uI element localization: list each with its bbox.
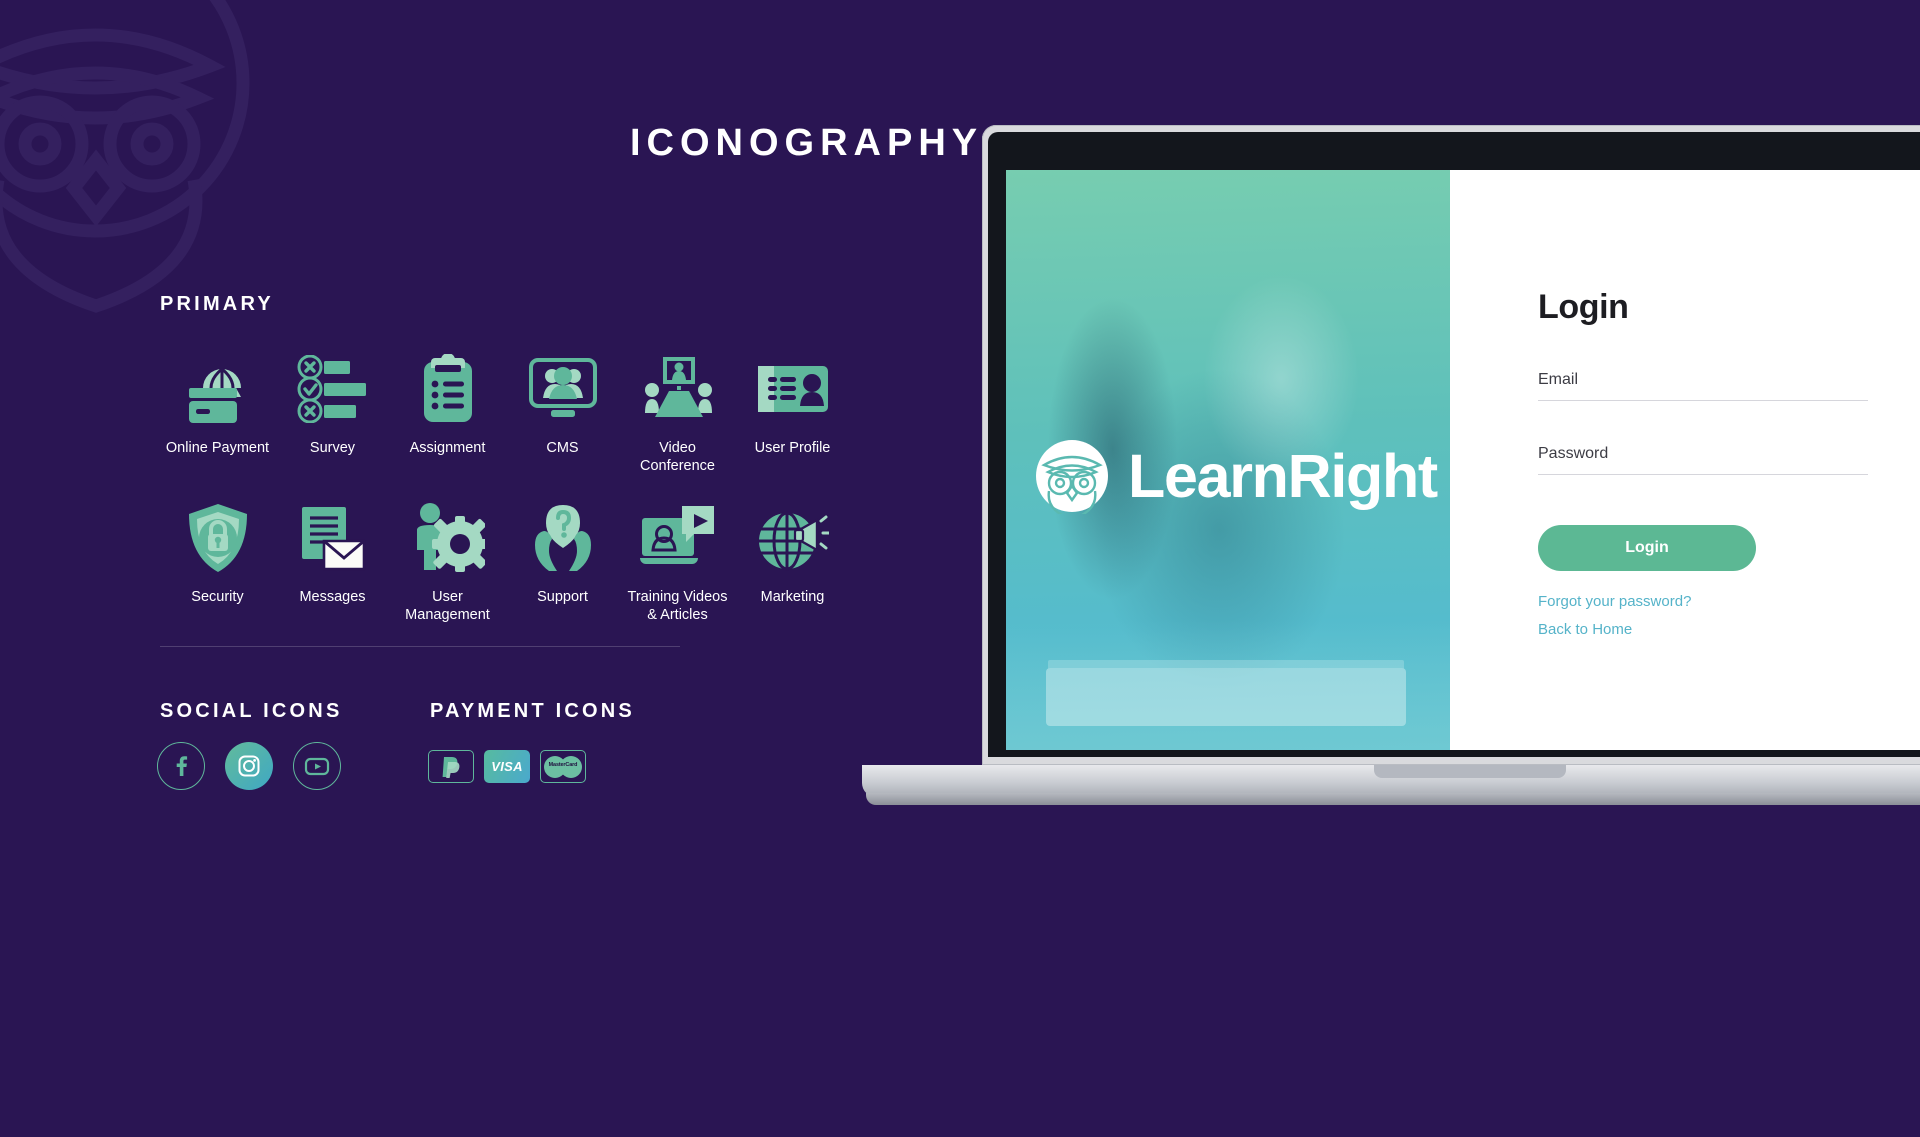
email-underline <box>1538 400 1868 401</box>
section-title-social: SOCIAL ICONS <box>160 700 343 722</box>
icon-label: Messages <box>299 589 366 606</box>
icon-label: User Management <box>405 589 490 624</box>
payment-icon-row: VISA MasterCard <box>428 750 586 783</box>
icon-item-assignment[interactable]: Assignment <box>390 350 505 475</box>
icon-label: Training Videos & Articles <box>627 589 728 624</box>
video-conference-icon <box>641 350 715 428</box>
laptop-screen: LearnRight Login Email Password Login Fo… <box>988 132 1920 757</box>
facebook-icon[interactable] <box>157 742 205 790</box>
owl-logo-icon <box>1036 440 1108 514</box>
icon-label: Video Conference <box>640 440 715 474</box>
login-page-screenshot: LearnRight Login Email Password Login Fo… <box>1006 170 1920 750</box>
icon-label: Marketing <box>760 589 825 606</box>
icon-item-online-payment[interactable]: Online Payment <box>160 350 275 475</box>
brand-lockup: LearnRight <box>1034 438 1438 514</box>
password-field[interactable]: Password <box>1538 445 1868 475</box>
primary-icon-grid: Online Payment Survey Assignment CMS Vid… <box>160 350 860 625</box>
login-button[interactable]: Login <box>1538 525 1756 571</box>
laptop-notch <box>1374 765 1566 778</box>
assignment-icon <box>418 350 478 428</box>
email-label: Email <box>1538 371 1579 388</box>
brand-name: LearnRight <box>1128 442 1438 510</box>
icon-item-user-management[interactable]: User Management <box>390 499 505 624</box>
training-videos-icon <box>638 499 718 577</box>
back-to-home-link[interactable]: Back to Home <box>1538 621 1920 638</box>
icon-label: Online Payment <box>165 440 270 456</box>
hero-panel: LearnRight <box>1006 170 1450 750</box>
icon-label: User Profile <box>754 440 831 456</box>
laptop-foot <box>866 793 1920 805</box>
youtube-icon[interactable] <box>293 742 341 790</box>
section-title-primary: PRIMARY <box>160 293 274 315</box>
icon-label: Survey <box>309 440 356 456</box>
icon-item-marketing[interactable]: Marketing <box>735 499 850 624</box>
cms-icon <box>527 350 599 428</box>
mastercard-icon[interactable]: MasterCard <box>540 750 586 783</box>
user-profile-icon <box>756 350 830 428</box>
login-heading: Login <box>1538 288 1629 326</box>
online-payment-icon <box>181 350 255 428</box>
hero-laptop-prop <box>1046 668 1406 726</box>
forgot-password-link[interactable]: Forgot your password? <box>1538 593 1920 610</box>
user-management-icon <box>411 499 485 577</box>
instagram-icon[interactable] <box>225 742 273 790</box>
password-label: Password <box>1538 445 1609 462</box>
icon-label: Assignment <box>409 440 486 456</box>
paypal-icon[interactable] <box>428 750 474 783</box>
icon-label: CMS <box>546 440 579 456</box>
icon-item-messages[interactable]: Messages <box>275 499 390 624</box>
email-field[interactable]: Email <box>1538 371 1868 401</box>
laptop-mockup: LearnRight Login Email Password Login Fo… <box>862 125 1920 825</box>
icon-item-video-conference[interactable]: Video Conference <box>620 350 735 475</box>
password-underline <box>1538 474 1868 475</box>
messages-icon <box>298 499 368 577</box>
section-divider <box>160 646 680 647</box>
survey-icon <box>297 350 369 428</box>
icon-item-survey[interactable]: Survey <box>275 350 390 475</box>
icon-label: Support <box>537 589 588 606</box>
marketing-icon <box>757 499 829 577</box>
mastercard-circles: MasterCard <box>544 755 582 778</box>
icon-label: Security <box>191 589 244 606</box>
icon-item-training-videos[interactable]: Training Videos & Articles <box>620 499 735 624</box>
poster-canvas: ICONOGRAPHY PRIMARY Online Payment Surve… <box>0 0 1920 1137</box>
visa-label: VISA <box>491 759 523 774</box>
social-icon-row <box>157 742 341 790</box>
icon-item-cms[interactable]: CMS <box>505 350 620 475</box>
icon-item-user-profile[interactable]: User Profile <box>735 350 850 475</box>
icon-row-1: Online Payment Survey Assignment CMS Vid… <box>160 350 860 475</box>
visa-icon[interactable]: VISA <box>484 750 530 783</box>
section-title-payment: PAYMENT ICONS <box>430 700 635 722</box>
mastercard-label: MasterCard <box>548 761 578 768</box>
login-panel: Login Email Password Login Forgot your p… <box>1450 170 1920 750</box>
security-icon <box>187 499 249 577</box>
icon-item-security[interactable]: Security <box>160 499 275 624</box>
support-icon <box>528 499 598 577</box>
icon-item-support[interactable]: Support <box>505 499 620 624</box>
icon-row-2: Security Messages User Management Suppor… <box>160 499 860 624</box>
